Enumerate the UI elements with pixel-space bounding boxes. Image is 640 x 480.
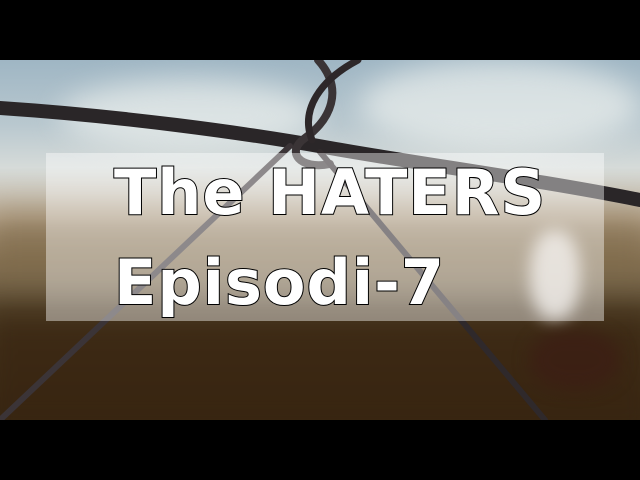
letterbox-bottom [0,420,640,480]
letterbox-top [0,0,640,60]
episode-label: Episodi-7 [113,246,445,319]
video-title: The HATERS [113,156,547,229]
video-frame: The HATERS Episodi-7 [0,0,640,480]
